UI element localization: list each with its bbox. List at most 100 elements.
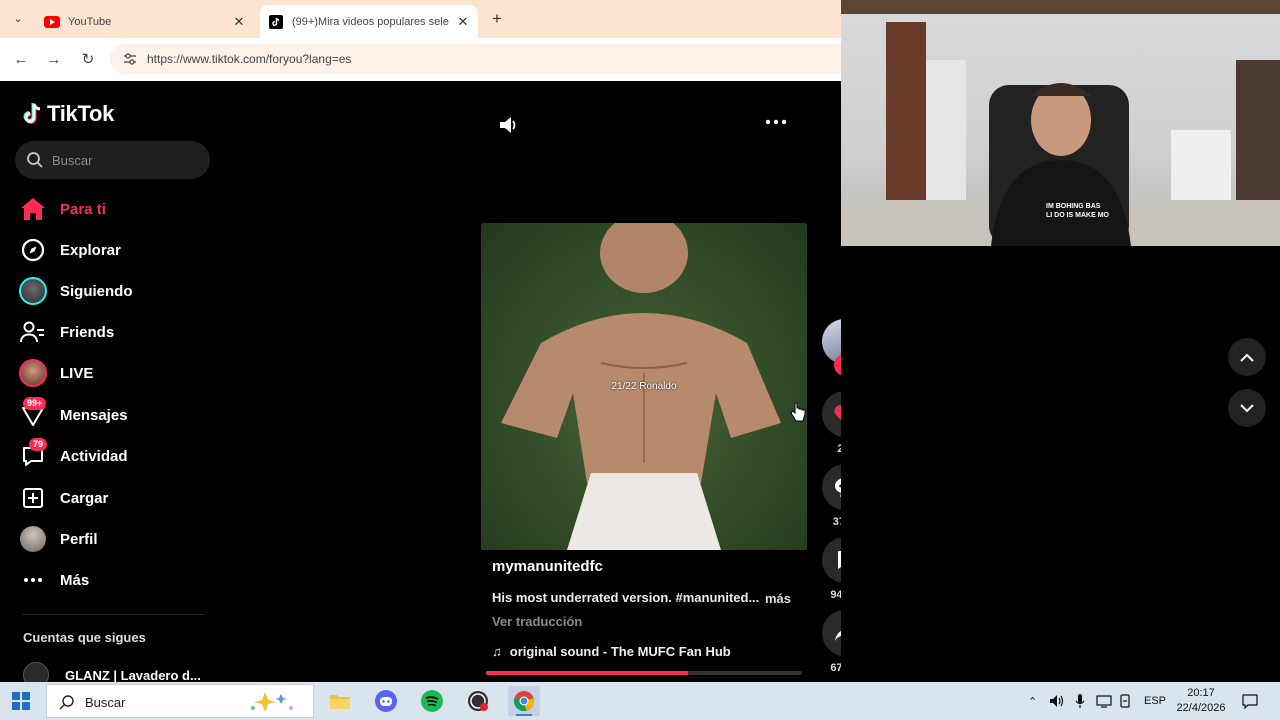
sidebar-item-label: Siguiendo xyxy=(60,282,133,300)
taskbar-search-label: Buscar xyxy=(85,695,126,710)
video-player[interactable]: 21/22 Ronaldo xyxy=(481,223,807,550)
tab-tiktok[interactable]: (99+)Mira videos populares sele ✕ xyxy=(260,5,478,38)
comment-count: 3707 xyxy=(832,516,841,528)
compass-icon xyxy=(18,235,48,265)
site-info-icon[interactable] xyxy=(122,51,138,67)
comment-button[interactable]: 3707 xyxy=(822,464,841,528)
music-title: original sound - The MUFC Fan Hub xyxy=(509,644,731,659)
video-progress-bar[interactable] xyxy=(486,671,802,675)
windows-start-icon[interactable] xyxy=(12,692,30,710)
network-icon[interactable] xyxy=(1096,682,1112,720)
translate-link[interactable]: Ver traducción xyxy=(492,614,582,629)
music-link[interactable]: ♫ original sound - The MUFC Fan Hub xyxy=(492,644,731,659)
right-margin xyxy=(841,246,1280,682)
address-bar[interactable]: https://www.tiktok.com/foryou?lang=es xyxy=(110,44,841,74)
sidebar-item-explorar[interactable]: Explorar xyxy=(18,233,208,267)
volume-tray-icon[interactable] xyxy=(1049,682,1065,720)
discord-icon[interactable] xyxy=(370,686,402,716)
sidebar-item-label: Cargar xyxy=(60,489,109,507)
volume-icon[interactable] xyxy=(498,115,520,135)
tiktok-page: TikTok Para ti Explorar Siguiendo Friend… xyxy=(0,81,841,682)
close-tab-icon[interactable]: ✕ xyxy=(230,14,248,30)
sparkle-highlight-icon xyxy=(251,692,293,712)
chevron-up-icon xyxy=(1240,353,1254,362)
file-explorer-icon[interactable] xyxy=(324,686,356,716)
account-name: GLANZ | Lavadero d... xyxy=(65,667,201,683)
chevron-down-icon xyxy=(1240,403,1254,412)
sidebar-item-label: Más xyxy=(60,571,90,589)
sidebar-divider xyxy=(22,614,205,615)
like-button[interactable]: 2M xyxy=(822,391,841,455)
video-options-icon[interactable] xyxy=(765,119,787,125)
video-author[interactable]: mymanunitedfc xyxy=(492,558,603,575)
sidebar-item-mensajes[interactable]: 99+ Mensajes xyxy=(18,397,208,432)
sidebar-item-label: Explorar xyxy=(60,241,121,259)
spotify-icon[interactable] xyxy=(416,686,448,716)
sidebar-item-live[interactable]: LIVE xyxy=(18,356,208,390)
sidebar-item-friends[interactable]: Friends xyxy=(18,315,208,349)
activity-badge: 79 xyxy=(29,438,48,451)
sidebar-item-siguiendo[interactable]: Siguiendo xyxy=(18,274,208,308)
close-tab-icon[interactable]: ✕ xyxy=(454,14,472,30)
following-section-title: Cuentas que sigues xyxy=(23,630,146,645)
friends-icon xyxy=(18,317,48,347)
like-count: 2M xyxy=(837,443,841,455)
taskbar-clock[interactable]: 20:17 22/4/2026 xyxy=(1168,686,1234,716)
tiktok-icon xyxy=(268,14,284,30)
sidebar-item-mas[interactable]: Más xyxy=(18,563,208,597)
save-button[interactable]: 94.5K xyxy=(822,537,841,601)
tray-chevron-up-icon[interactable]: ⌃ xyxy=(1028,682,1037,720)
sidebar-item-label: LIVE xyxy=(60,364,94,382)
video-description: His most underrated version. #manunited.… xyxy=(492,590,760,605)
search-box[interactable] xyxy=(15,141,210,179)
next-video-button[interactable] xyxy=(1228,389,1266,427)
windows-taskbar: Buscar ⌃ ESP 20:17 22/4/2026 xyxy=(0,682,1280,720)
webcam-image: IM BOHING BAS LI DO IS MAKE MO xyxy=(841,0,1280,246)
more-dots-icon xyxy=(18,565,48,595)
music-note-icon: ♫ xyxy=(492,644,502,659)
activity-icon: 79 xyxy=(18,438,48,471)
notifications-icon[interactable] xyxy=(1242,682,1258,720)
sidebar-item-label: Para ti xyxy=(60,200,106,218)
upload-icon xyxy=(18,483,48,513)
browser-toolbar: ← → ↻ https://www.tiktok.com/foryou?lang… xyxy=(0,38,841,81)
clock-time: 20:17 xyxy=(1187,687,1215,699)
description-more-link[interactable]: más xyxy=(765,591,791,606)
following-avatar-icon xyxy=(18,276,48,306)
chrome-icon[interactable] xyxy=(508,686,540,716)
search-icon xyxy=(27,152,43,168)
microphone-icon[interactable] xyxy=(1075,682,1085,720)
search-input[interactable] xyxy=(52,150,202,170)
sidebar-item-perfil[interactable]: Perfil xyxy=(18,522,208,556)
bookmark-icon xyxy=(822,537,841,583)
device-connect-icon[interactable] xyxy=(1119,682,1131,720)
forward-arrow-icon[interactable]: → xyxy=(44,50,64,70)
previous-video-button[interactable] xyxy=(1228,338,1266,376)
back-arrow-icon[interactable]: ← xyxy=(11,50,31,70)
search-icon xyxy=(59,695,74,710)
tab-youtube[interactable]: YouTube ✕ xyxy=(36,5,254,38)
tab-search-chevron-icon[interactable]: ⌄ xyxy=(8,9,28,29)
language-indicator[interactable]: ESP xyxy=(1144,682,1166,720)
tiktok-logo[interactable]: TikTok xyxy=(22,101,114,127)
heart-icon xyxy=(822,391,841,437)
sidebar-item-actividad[interactable]: 79 Actividad xyxy=(18,438,208,473)
following-account[interactable]: GLANZ | Lavadero d... xyxy=(23,662,201,682)
new-tab-plus-icon[interactable]: + xyxy=(487,9,507,29)
webcam-overlay: IM BOHING BAS LI DO IS MAKE MO xyxy=(841,0,1280,246)
profile-avatar-icon xyxy=(18,524,48,554)
youtube-icon xyxy=(44,14,60,30)
svg-text:IM BOHING BAS: IM BOHING BAS xyxy=(1046,203,1101,210)
url-text: https://www.tiktok.com/foryou?lang=es xyxy=(147,52,352,66)
sidebar-item-label: Actividad xyxy=(60,447,128,465)
share-button[interactable]: 67.7K xyxy=(822,610,841,674)
taskbar-search-box[interactable]: Buscar xyxy=(46,684,314,718)
hand-cursor-icon xyxy=(790,402,806,422)
progress-fill xyxy=(486,671,689,675)
sidebar-item-para-ti[interactable]: Para ti xyxy=(18,192,208,226)
share-arrow-icon xyxy=(822,610,841,656)
tab-title: (99+)Mira videos populares sele xyxy=(292,15,449,28)
obs-icon[interactable] xyxy=(462,686,494,716)
reload-icon[interactable]: ↻ xyxy=(78,50,98,70)
sidebar-item-cargar[interactable]: Cargar xyxy=(18,481,208,515)
